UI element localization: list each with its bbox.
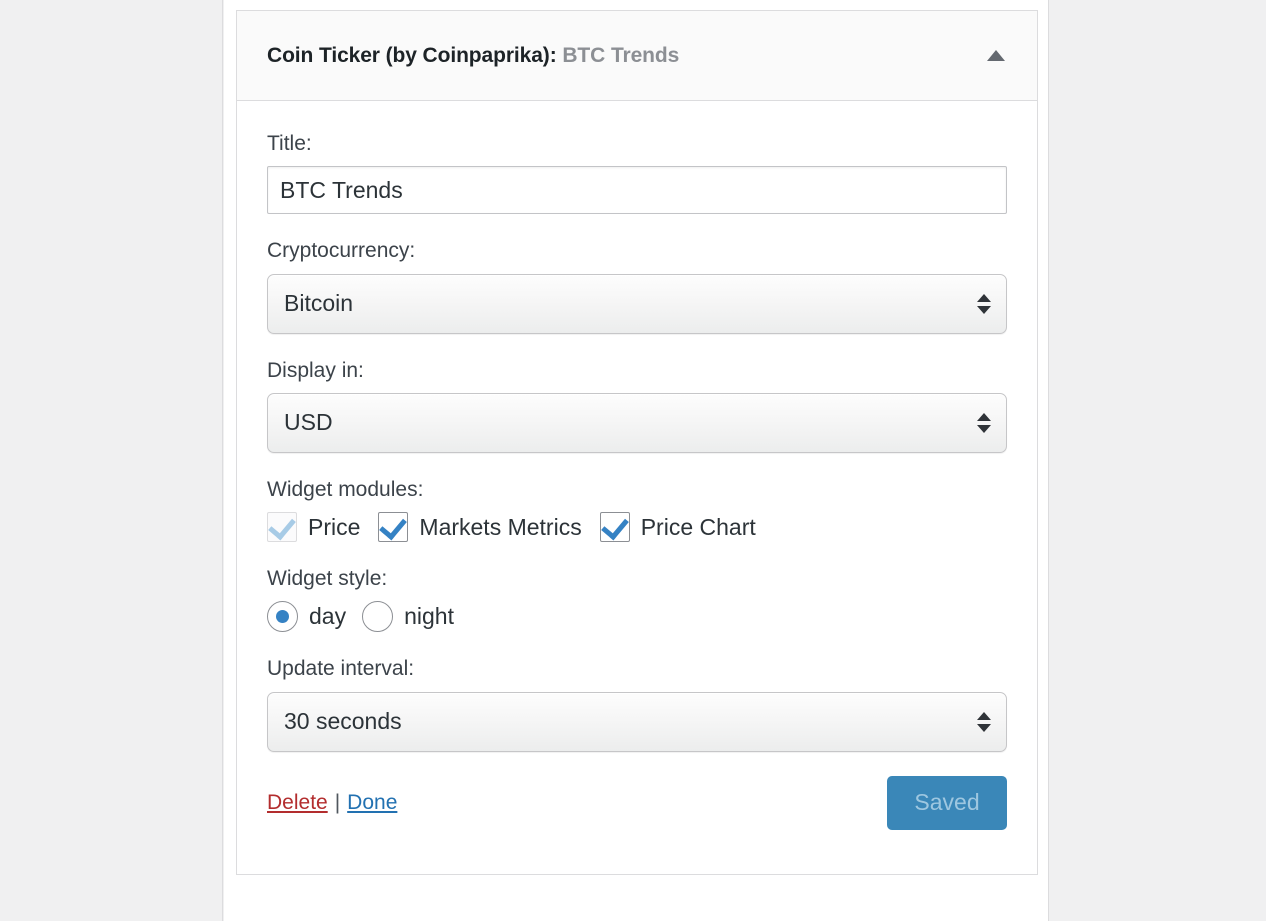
triangle-up-icon[interactable] — [983, 43, 1009, 69]
display-in-select-value: USD — [284, 409, 333, 436]
cryptocurrency-select-value: Bitcoin — [284, 290, 354, 316]
radio-item-night[interactable]: night — [362, 601, 454, 633]
radio-night[interactable] — [362, 601, 394, 633]
widget-instance-title: BTC Trends — [562, 43, 680, 67]
delete-link[interactable]: Delete — [267, 791, 328, 815]
page-gutter-left — [0, 0, 223, 921]
radio-day[interactable] — [267, 601, 298, 633]
checkbox-price[interactable] — [267, 511, 297, 542]
footer-link-separator: | — [334, 790, 341, 814]
display-in-select-wrap: USD — [267, 392, 1007, 453]
field-widget-modules: Widget modules: Price Markets Metrics Pr… — [267, 477, 1007, 542]
checkbox-item-price-chart[interactable]: Price Chart — [599, 511, 756, 542]
check-icon — [600, 511, 629, 541]
widget-footer: Delete | Done Saved — [267, 775, 1007, 830]
radio-label-day: day — [309, 603, 347, 630]
update-interval-label: Update interval: — [267, 657, 415, 681]
page-gutter-right — [1050, 0, 1266, 921]
footer-links: Delete | Done — [267, 791, 397, 815]
checkbox-item-markets-metrics[interactable]: Markets Metrics — [378, 511, 582, 542]
field-cryptocurrency: Cryptocurrency: Bitcoin — [267, 238, 1007, 334]
widget-style-label: Widget style: — [267, 567, 388, 590]
display-in-select[interactable]: USD — [267, 392, 1007, 453]
title-label: Title: — [267, 132, 312, 155]
save-button[interactable]: Saved — [887, 775, 1007, 830]
field-widget-style: Widget style: day night — [267, 566, 1007, 633]
cryptocurrency-label: Cryptocurrency: — [267, 239, 416, 263]
update-interval-select-value: 30 seconds — [284, 708, 402, 734]
radio-label-night: night — [404, 603, 454, 630]
field-display-in: Display in: USD — [267, 358, 1007, 453]
widget-modules-label: Widget modules: — [267, 477, 424, 501]
widget-modules-options: Price Markets Metrics Price Chart — [267, 511, 1007, 542]
checkbox-label-markets-metrics: Markets Metrics — [419, 513, 582, 540]
widget-header[interactable]: Coin Ticker (by Coinpaprika): BTC Trends — [237, 11, 1037, 101]
radio-dot-icon — [276, 610, 289, 624]
checkbox-item-price[interactable]: Price — [267, 511, 361, 542]
radio-item-day[interactable]: day — [267, 601, 347, 633]
check-icon — [268, 511, 296, 541]
widget-panel: Coin Ticker (by Coinpaprika): BTC Trends… — [236, 10, 1038, 875]
widget-style-options: day night — [267, 601, 1007, 633]
widget-body: Title: Cryptocurrency: Bitcoin Display i… — [237, 101, 1037, 874]
checkbox-markets-metrics[interactable] — [378, 511, 409, 542]
checkbox-price-chart[interactable] — [599, 511, 630, 542]
cryptocurrency-select[interactable]: Bitcoin — [267, 273, 1007, 334]
done-link[interactable]: Done — [347, 791, 397, 815]
display-in-label: Display in: — [267, 358, 364, 382]
widget-header-title: Coin Ticker (by Coinpaprika): BTC Trends — [267, 42, 983, 69]
widget-title-separator: : — [549, 43, 557, 67]
field-update-interval: Update interval: 30 seconds — [267, 656, 1007, 752]
field-title: Title: — [267, 131, 1007, 215]
update-interval-select[interactable]: 30 seconds — [267, 691, 1007, 752]
widget-plugin-name: Coin Ticker (by Coinpaprika) — [267, 43, 550, 67]
update-interval-select-wrap: 30 seconds — [267, 691, 1007, 752]
title-input[interactable] — [267, 166, 1007, 215]
cryptocurrency-select-wrap: Bitcoin — [267, 273, 1007, 334]
checkbox-label-price: Price — [308, 513, 361, 540]
check-icon — [379, 511, 408, 541]
checkbox-label-price-chart: Price Chart — [640, 513, 756, 540]
